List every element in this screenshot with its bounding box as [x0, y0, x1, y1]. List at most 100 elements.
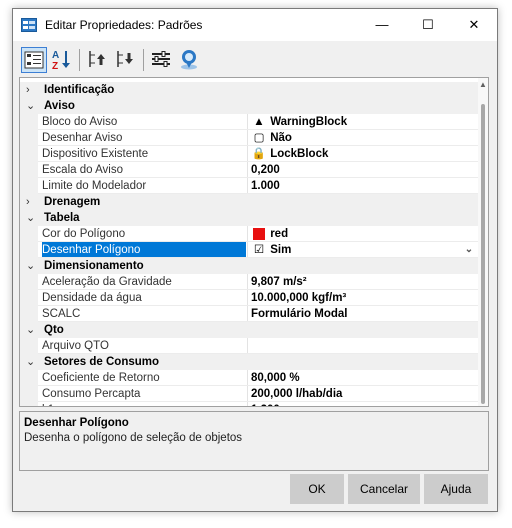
property-value: 0,200 — [251, 164, 280, 176]
alphabetical-sort-button[interactable]: A Z — [49, 47, 75, 73]
property-row[interactable]: Coeficiente de Retorno 80,000 % — [20, 370, 478, 386]
lock-block-icon: 🔒 — [251, 148, 267, 160]
property-name: Dispositivo Existente — [42, 148, 149, 160]
category-label: Aviso — [44, 100, 75, 112]
column-divider[interactable] — [247, 146, 248, 162]
warning-block-icon: ▲ — [253, 116, 265, 128]
property-row[interactable]: Consumo Percapta 200,000 l/hab/dia — [20, 386, 478, 402]
column-divider[interactable] — [247, 130, 248, 146]
move-up-button[interactable] — [85, 47, 111, 73]
category-row[interactable]: ⌄ Tabela — [20, 210, 478, 226]
column-divider[interactable] — [247, 162, 248, 178]
property-value-cell[interactable]: ☑ Sim ⌄ — [251, 242, 478, 258]
property-value-cell[interactable]: 200,000 l/hab/dia — [251, 386, 478, 402]
category-row[interactable]: ⌄ Aviso — [20, 98, 478, 114]
property-row[interactable]: Aceleração da Gravidade 9,807 m/s² — [20, 274, 478, 290]
property-value-cell[interactable]: 10.000,000 kgf/m³ — [251, 290, 478, 306]
row-gutter — [20, 146, 38, 162]
minimize-button[interactable]: — — [359, 9, 405, 41]
column-divider[interactable] — [247, 386, 248, 402]
column-divider[interactable] — [247, 402, 248, 406]
category-row[interactable]: › Identificação — [20, 82, 478, 98]
column-divider[interactable] — [247, 242, 248, 258]
property-value-cell[interactable]: Formulário Modal — [251, 306, 478, 322]
property-value: Não — [270, 132, 292, 144]
property-name: k1 — [42, 402, 246, 406]
alphabetical-sort-icon: A Z — [52, 50, 70, 72]
column-divider[interactable] — [247, 274, 248, 290]
expand-chevron-icon[interactable]: › — [26, 82, 38, 98]
property-row[interactable]: k1 1,200 — [20, 402, 478, 406]
property-row[interactable]: Bloco do Aviso ▲ WarningBlock — [20, 114, 478, 130]
property-name: Densidade da água — [42, 292, 142, 304]
row-gutter — [20, 130, 38, 146]
column-divider[interactable] — [247, 114, 248, 130]
scroll-thumb[interactable] — [481, 104, 485, 404]
collapse-chevron-icon[interactable]: ⌄ — [26, 258, 38, 274]
category-row[interactable]: ⌄ Dimensionamento — [20, 258, 478, 274]
property-value: 10.000,000 kgf/m³ — [251, 292, 347, 304]
property-value-cell[interactable]: 9,807 m/s² — [251, 274, 478, 290]
property-value-cell[interactable]: ▢ Não — [251, 130, 478, 146]
property-value-cell[interactable]: 80,000 % — [251, 370, 478, 386]
property-row[interactable]: SCALC Formulário Modal — [20, 306, 478, 322]
column-divider[interactable] — [247, 370, 248, 386]
column-divider[interactable] — [247, 306, 248, 322]
properties-dialog: Editar Propriedades: Padrões — ☐ ✕ A Z ›… — [12, 8, 498, 512]
property-value-cell[interactable]: 1.000 — [251, 178, 478, 194]
cancel-button[interactable]: Cancelar — [348, 474, 420, 504]
property-value-cell[interactable]: ▲ WarningBlock — [251, 114, 478, 130]
expand-chevron-icon[interactable]: › — [26, 194, 38, 210]
move-down-button[interactable] — [113, 47, 139, 73]
property-value-cell[interactable]: 1,200 — [251, 402, 478, 406]
row-gutter — [20, 370, 38, 386]
svg-text:A: A — [52, 50, 59, 61]
property-row[interactable]: Cor do Polígono red — [20, 226, 478, 242]
property-value-cell[interactable]: red — [251, 226, 478, 242]
dropdown-chevron-icon[interactable]: ⌄ — [462, 242, 476, 258]
property-name: Bloco do Aviso — [42, 116, 118, 128]
property-row[interactable]: Densidade da água 10.000,000 kgf/m³ — [20, 290, 478, 306]
property-value-cell[interactable]: 🔒 LockBlock — [251, 146, 478, 162]
help-panel: Desenhar Polígono Desenha o polígono de … — [19, 411, 489, 471]
property-value-cell[interactable]: 0,200 — [251, 162, 478, 178]
scroll-up-icon[interactable]: ▲ — [478, 80, 488, 90]
property-row[interactable]: Arquivo QTO — [20, 338, 478, 354]
vertical-scrollbar[interactable]: ▲ — [478, 78, 488, 406]
property-row[interactable]: Escala do Aviso 0,200 — [20, 162, 478, 178]
categorized-view-button[interactable] — [21, 47, 47, 73]
ok-button[interactable]: OK — [290, 474, 344, 504]
locate-pin-button[interactable] — [177, 47, 203, 73]
property-name: Coeficiente de Retorno — [42, 372, 160, 384]
column-divider[interactable] — [247, 290, 248, 306]
category-row[interactable]: › Drenagem — [20, 194, 478, 210]
property-value: 200,000 l/hab/dia — [251, 388, 343, 400]
collapse-chevron-icon[interactable]: ⌄ — [26, 354, 38, 370]
property-row[interactable]: Limite do Modelador 1.000 — [20, 178, 478, 194]
close-button[interactable]: ✕ — [451, 9, 497, 41]
column-divider[interactable] — [247, 338, 248, 354]
collapse-chevron-icon[interactable]: ⌄ — [26, 322, 38, 338]
row-gutter — [20, 178, 38, 194]
color-swatch — [253, 228, 265, 240]
category-row[interactable]: ⌄ Setores de Consumo — [20, 354, 478, 370]
property-name: Consumo Percapta — [42, 388, 141, 400]
property-row[interactable]: Dispositivo Existente 🔒 LockBlock — [20, 146, 478, 162]
collapse-chevron-icon[interactable]: ⌄ — [26, 210, 38, 226]
row-gutter — [20, 162, 38, 178]
property-value: 9,807 m/s² — [251, 276, 307, 288]
row-gutter — [20, 386, 38, 402]
category-label: Tabela — [44, 212, 80, 224]
maximize-button[interactable]: ☐ — [405, 9, 451, 41]
column-divider[interactable] — [247, 178, 248, 194]
category-row[interactable]: ⌄ Qto — [20, 322, 478, 338]
help-button[interactable]: Ajuda — [424, 474, 488, 504]
settings-sliders-button[interactable] — [149, 47, 175, 73]
property-value-cell[interactable] — [251, 338, 478, 354]
property-row[interactable]: Desenhar Aviso ▢ Não — [20, 130, 478, 146]
collapse-chevron-icon[interactable]: ⌄ — [26, 98, 38, 114]
property-value: LockBlock — [270, 148, 329, 160]
property-grid[interactable]: › Identificação ⌄ Aviso Bloco do Aviso ▲ Warn… — [19, 77, 489, 407]
column-divider[interactable] — [247, 226, 248, 242]
property-row[interactable]: Desenhar Polígono ☑ Sim ⌄ — [20, 242, 478, 258]
